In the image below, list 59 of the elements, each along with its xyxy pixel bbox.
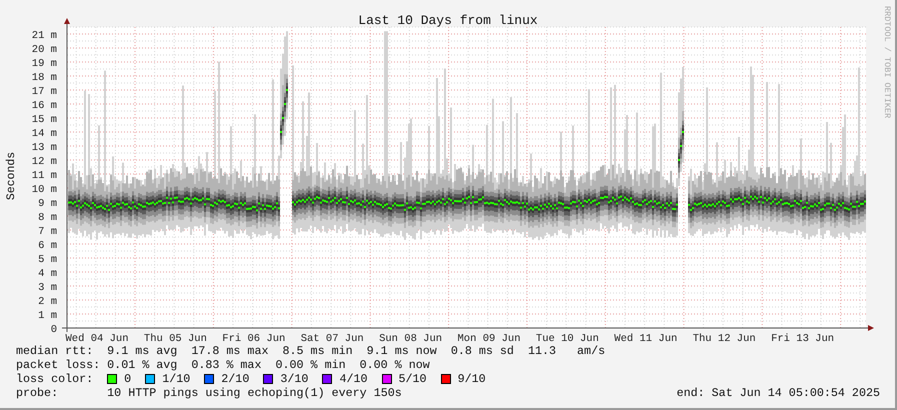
x-tick-label: Thu 05 Jun bbox=[144, 333, 207, 344]
y-tick-label: 6 m bbox=[38, 240, 57, 252]
y-tick-label: 4 m bbox=[38, 268, 57, 280]
y-tick-label: 17 m bbox=[32, 86, 57, 98]
legend-label: loss color: bbox=[16, 372, 94, 386]
legend-value: 0.83 % max bbox=[191, 358, 262, 372]
legend-label: probe: bbox=[16, 386, 60, 400]
x-tick-label: Fri 06 Jun bbox=[222, 333, 286, 344]
y-tick-label: 20 m bbox=[32, 44, 57, 56]
end-time: end: Sat Jun 14 05:00:54 2025 bbox=[676, 386, 880, 400]
legend-value: 0.00 % min bbox=[275, 358, 346, 372]
y-tick-label: 15 m bbox=[32, 114, 57, 126]
legend-value: 9.1 ms now bbox=[366, 344, 437, 358]
y-tick-label: 14 m bbox=[32, 128, 57, 140]
y-tick-label: 12 m bbox=[32, 156, 57, 168]
y-tick-label: 16 m bbox=[32, 100, 57, 112]
legend-value: 0 bbox=[124, 372, 132, 386]
y-tick-label: 0 bbox=[50, 324, 57, 336]
y-tick-label: 11 m bbox=[32, 170, 57, 182]
legend-value: 0.00 % now bbox=[360, 358, 430, 372]
x-tick-label: Sat 07 Jun bbox=[300, 333, 364, 344]
legend-value: 8.5 ms min bbox=[282, 344, 353, 358]
legend-value: 4/10 bbox=[339, 372, 368, 386]
y-tick-label: 21 m bbox=[32, 30, 57, 42]
y-tick-label: 13 m bbox=[32, 142, 57, 154]
y-tick-label: 1 m bbox=[38, 310, 57, 322]
y-tick-label: 5 m bbox=[38, 254, 57, 266]
legend-value: 2/10 bbox=[221, 372, 250, 386]
legend-value: 3/10 bbox=[280, 372, 308, 386]
chart-title: Last 10 Days from linux bbox=[358, 13, 538, 28]
y-tick-label: 7 m bbox=[38, 226, 57, 238]
x-tick-label: Tue 10 Jun bbox=[536, 333, 599, 344]
x-tick-label: Thu 12 Jun bbox=[692, 333, 756, 344]
legend-value: 9/10 bbox=[458, 372, 486, 386]
legend-value: 5/10 bbox=[398, 372, 427, 386]
credit-text: RRDTOOL / TOBI OETIKER bbox=[882, 6, 892, 118]
x-tick-label: Wed 04 Jun bbox=[66, 333, 128, 344]
legend-value: 0.01 % avg bbox=[107, 358, 178, 372]
y-tick-label: 2 m bbox=[38, 296, 57, 308]
legend-label: median rtt: bbox=[16, 344, 94, 358]
legend-value: 17.8 ms max bbox=[191, 344, 268, 358]
legend-value: 9.1 ms avg bbox=[107, 344, 178, 358]
y-tick-label: 19 m bbox=[32, 58, 57, 70]
y-axis-label: Seconds bbox=[5, 152, 18, 200]
x-tick-label: Fri 13 Jun bbox=[771, 333, 834, 344]
legend-value: 11.3 bbox=[528, 344, 556, 358]
x-tick-label: Sun 08 Jun bbox=[379, 333, 442, 344]
y-tick-label: 18 m bbox=[32, 72, 57, 84]
legend-value: 0.8 ms sd bbox=[450, 344, 514, 358]
legend-value: am/s bbox=[577, 344, 606, 358]
x-tick-label: Wed 11 Jun bbox=[614, 333, 678, 344]
legend-value: 1/10 bbox=[162, 372, 190, 386]
y-tick-label: 10 m bbox=[32, 184, 57, 196]
y-tick-label: 3 m bbox=[38, 282, 57, 294]
y-tick-label: 8 m bbox=[38, 212, 57, 224]
probe-description: 10 HTTP pings using echoping(1) every 150s bbox=[107, 386, 402, 400]
x-tick-label: Mon 09 Jun bbox=[458, 333, 520, 344]
legend-label: packet loss: bbox=[16, 358, 102, 372]
y-tick-label: 9 m bbox=[38, 198, 57, 210]
